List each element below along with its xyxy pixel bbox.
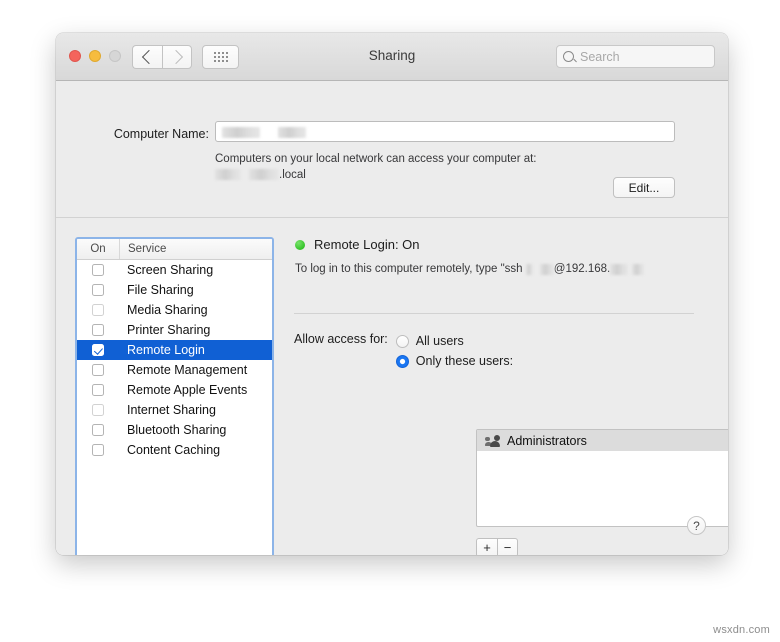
- service-name: Screen Sharing: [127, 263, 214, 277]
- user-list-controls: + −: [476, 538, 518, 555]
- service-checkbox[interactable]: [92, 264, 104, 276]
- service-checkbox-cell[interactable]: [77, 304, 119, 316]
- radio-label-only-these-users: Only these users:: [415, 354, 514, 368]
- redacted-computer-name: [222, 127, 260, 139]
- redacted-hostname-2: [249, 169, 279, 181]
- detail-separator: [294, 313, 694, 314]
- service-checkbox-cell[interactable]: [77, 324, 119, 336]
- redacted-computer-name-2: [278, 127, 307, 139]
- service-checkbox-cell[interactable]: [77, 284, 119, 296]
- user-list-item-administrators[interactable]: Administrators: [477, 430, 728, 451]
- window-titlebar: Sharing Search: [56, 33, 728, 81]
- computer-name-input[interactable]: [215, 121, 675, 142]
- allow-access-section: Allow access for: All users Only these u…: [294, 331, 694, 371]
- search-placeholder: Search: [580, 49, 620, 64]
- radio-all-users[interactable]: All users: [395, 331, 513, 351]
- service-name: Content Caching: [127, 443, 221, 457]
- user-list-item-label: Administrators: [507, 433, 587, 448]
- services-list[interactable]: On Service Screen Sharing File Sharing M…: [75, 237, 274, 555]
- service-checkbox-checked[interactable]: [92, 344, 104, 356]
- services-list-header: On Service: [77, 239, 272, 260]
- service-row-bluetooth-sharing[interactable]: Bluetooth Sharing: [77, 420, 272, 440]
- edit-computer-name-button[interactable]: Edit...: [613, 177, 675, 198]
- radio-label-all-users: All users: [415, 334, 464, 348]
- service-checkbox-cell[interactable]: [77, 384, 119, 396]
- service-row-file-sharing[interactable]: File Sharing: [77, 280, 272, 300]
- redacted-ip-octet-3: [610, 263, 629, 275]
- service-row-remote-login[interactable]: Remote Login: [77, 340, 272, 360]
- hostname-suffix: .local: [279, 169, 306, 181]
- service-name: Remote Management: [127, 363, 248, 377]
- window-content: Computer Name: Computers on your local n…: [56, 81, 728, 555]
- service-name: Internet Sharing: [127, 403, 216, 417]
- service-row-internet-sharing[interactable]: Internet Sharing: [77, 400, 272, 420]
- service-checkbox[interactable]: [92, 404, 104, 416]
- service-name: Remote Login: [127, 343, 205, 357]
- service-checkbox-cell[interactable]: [77, 264, 119, 276]
- service-checkbox[interactable]: [92, 284, 104, 296]
- sharing-preferences-window: Sharing Search Computer Name: Computers …: [56, 33, 728, 555]
- service-row-content-caching[interactable]: Content Caching: [77, 440, 272, 460]
- local-hostname: .local: [215, 167, 306, 183]
- search-icon: [563, 51, 574, 62]
- allowed-users-list[interactable]: Administrators: [476, 429, 728, 527]
- top-separator: [56, 217, 728, 218]
- service-checkbox-cell[interactable]: [77, 364, 119, 376]
- service-status-label: Remote Login: On: [314, 237, 420, 252]
- redacted-ssh-user-1: [525, 263, 533, 275]
- remove-user-button[interactable]: −: [497, 538, 518, 555]
- watermark: wsxdn.com: [713, 624, 770, 636]
- service-row-remote-apple-events[interactable]: Remote Apple Events: [77, 380, 272, 400]
- computer-name-label: Computer Name:: [113, 127, 209, 141]
- help-button[interactable]: ?: [687, 516, 706, 535]
- service-checkbox-cell[interactable]: [77, 424, 119, 436]
- column-header-service: Service: [128, 243, 167, 255]
- service-name: Bluetooth Sharing: [127, 423, 227, 437]
- redacted-ip-octet-4: [632, 263, 645, 275]
- service-row-screen-sharing[interactable]: Screen Sharing: [77, 260, 272, 280]
- ssh-instruction-text: To log in to this computer remotely, typ…: [295, 263, 694, 275]
- local-network-note: Computers on your local network can acce…: [215, 153, 537, 165]
- service-checkbox[interactable]: [92, 424, 104, 436]
- radio-button-only-these-users[interactable]: [395, 354, 409, 368]
- service-checkbox-cell[interactable]: [77, 444, 119, 456]
- allow-access-label: Allow access for:: [294, 332, 388, 346]
- service-checkbox[interactable]: [92, 324, 104, 336]
- service-checkbox[interactable]: [92, 444, 104, 456]
- redacted-hostname-1: [215, 169, 241, 181]
- service-name: Printer Sharing: [127, 323, 211, 337]
- ssh-instruction-middle: @192.168.: [553, 263, 611, 275]
- radio-only-these-users[interactable]: Only these users:: [395, 351, 514, 371]
- search-field[interactable]: Search: [556, 45, 715, 68]
- service-checkbox[interactable]: [92, 304, 104, 316]
- service-row-media-sharing[interactable]: Media Sharing: [77, 300, 272, 320]
- service-name: Remote Apple Events: [127, 383, 248, 397]
- service-checkbox-cell[interactable]: [77, 344, 119, 356]
- service-row-remote-management[interactable]: Remote Management: [77, 360, 272, 380]
- group-icon: [485, 434, 500, 447]
- radio-button-all-users[interactable]: [395, 334, 409, 348]
- service-status-row: Remote Login: On: [295, 237, 694, 252]
- service-row-printer-sharing[interactable]: Printer Sharing: [77, 320, 272, 340]
- ssh-instruction-prefix: To log in to this computer remotely, typ…: [295, 263, 526, 275]
- service-checkbox[interactable]: [92, 364, 104, 376]
- status-indicator-icon: [295, 239, 305, 250]
- redacted-ssh-user-2: [539, 263, 554, 275]
- add-user-button[interactable]: +: [476, 538, 497, 555]
- access-radio-group: All users Only these users:: [395, 331, 514, 371]
- service-checkbox[interactable]: [92, 384, 104, 396]
- service-name: File Sharing: [127, 283, 194, 297]
- service-detail-pane: Remote Login: On To log in to this compu…: [294, 237, 728, 555]
- service-name: Media Sharing: [127, 303, 208, 317]
- service-checkbox-cell[interactable]: [77, 404, 119, 416]
- column-header-on: On: [77, 239, 120, 259]
